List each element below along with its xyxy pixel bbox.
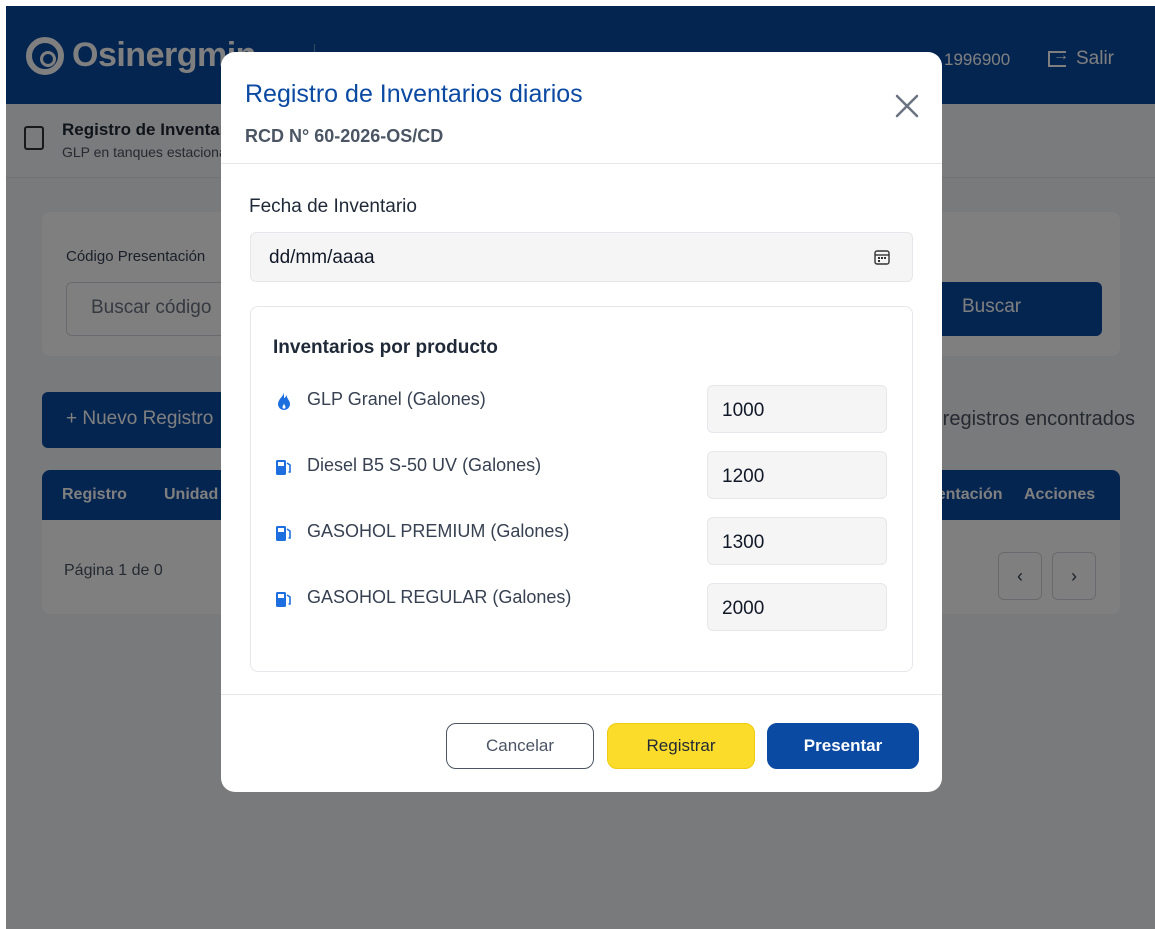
quantity-input[interactable]: 1300: [707, 517, 887, 565]
quantity-input[interactable]: 1200: [707, 451, 887, 499]
date-placeholder: dd/mm/aaaa: [269, 247, 375, 268]
fuel-pump-icon: [276, 460, 291, 475]
close-button[interactable]: [891, 90, 923, 122]
fuel-pump-icon: [276, 526, 291, 541]
date-label: Fecha de Inventario: [249, 196, 417, 217]
product-row-diesel: Diesel B5 S-50 UV (Galones) 1200: [251, 451, 912, 501]
product-label: Diesel B5 S-50 UV (Galones): [307, 455, 542, 475]
modal-footer: Cancelar Registrar Presentar: [221, 694, 942, 792]
calendar-icon[interactable]: [874, 249, 890, 265]
quantity-input[interactable]: 2000: [707, 583, 887, 631]
product-label: GASOHOL REGULAR (Galones): [307, 587, 572, 607]
cancel-button[interactable]: Cancelar: [446, 723, 594, 769]
register-button[interactable]: Registrar: [607, 723, 755, 769]
fuel-pump-icon: [276, 592, 291, 607]
panel-title: Inventarios por producto: [273, 337, 498, 358]
product-row-glp: GLP Granel (Galones) 1000: [251, 385, 912, 435]
product-row-premium: GASOHOL PREMIUM (Galones) 1300: [251, 517, 912, 567]
quantity-input[interactable]: 1000: [707, 385, 887, 433]
product-label: GLP Granel (Galones): [307, 389, 486, 409]
modal-title: Registro de Inventarios diarios: [245, 80, 583, 108]
products-panel: Inventarios por producto GLP Granel (Gal…: [250, 306, 913, 672]
product-label: GASOHOL PREMIUM (Galones): [307, 521, 570, 541]
modal-header: Registro de Inventarios diarios RCD N° 6…: [221, 52, 942, 164]
modal-subtitle: RCD N° 60-2026-OS/CD: [245, 126, 444, 146]
inventory-modal: Registro de Inventarios diarios RCD N° 6…: [221, 52, 942, 792]
date-field[interactable]: dd/mm/aaaa: [250, 232, 913, 282]
close-icon: [895, 94, 919, 118]
flame-icon: [278, 392, 290, 410]
present-button[interactable]: Presentar: [767, 723, 919, 769]
product-row-regular: GASOHOL REGULAR (Galones) 2000: [251, 583, 912, 633]
